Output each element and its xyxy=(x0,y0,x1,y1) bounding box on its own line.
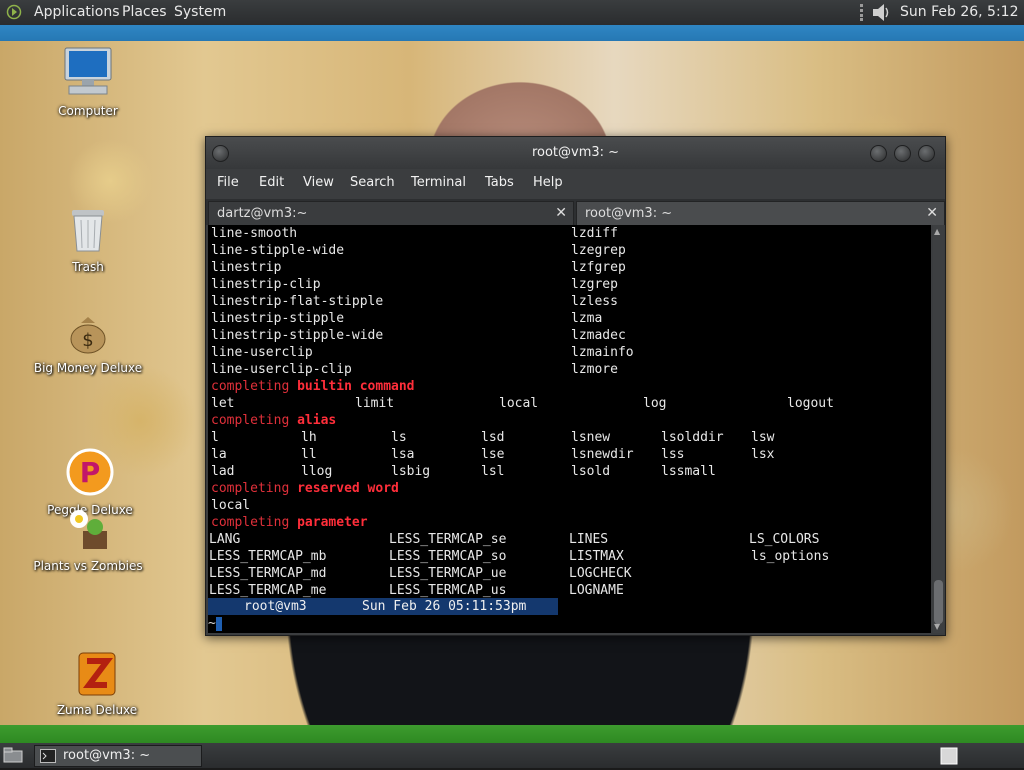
command-prompt[interactable]: ~ xyxy=(208,615,222,633)
clock[interactable]: Sun Feb 26, 5:12 PM xyxy=(900,0,1024,45)
status-user: root@vm3 xyxy=(244,599,307,614)
menu-edit[interactable]: Edit xyxy=(259,169,284,197)
svg-text:P: P xyxy=(80,456,101,489)
menu-help[interactable]: Help xyxy=(533,169,563,197)
top-panel: Applications Places System Sun Feb 26, 5… xyxy=(0,0,1024,45)
window-title: root@vm3: ~ xyxy=(531,145,620,160)
scroll-up-icon[interactable]: ▲ xyxy=(934,227,940,236)
completion-header: completing alias xyxy=(211,413,337,428)
panel-accent-bar-bottom xyxy=(0,725,1024,743)
money-bag-icon: $ xyxy=(66,317,110,359)
trash-icon xyxy=(68,210,108,258)
peggle-icon: P xyxy=(65,448,115,501)
menu-tabs[interactable]: Tabs xyxy=(485,169,514,197)
desktop-icon-big-money[interactable]: $ Big Money Deluxe xyxy=(33,311,143,375)
show-desktop-icon[interactable] xyxy=(3,747,23,767)
svg-text:$: $ xyxy=(82,330,93,351)
tab-bar: dartz@vm3:~ ✕ root@vm3: ~ ✕ xyxy=(206,199,945,225)
title-bar[interactable]: root@vm3: ~ xyxy=(206,137,945,169)
desktop-icon-computer[interactable]: Computer xyxy=(33,46,143,118)
status-datetime: Sun Feb 26 05:11:53pm xyxy=(362,599,527,614)
prompt-status-bar: root@vm3 Sun Feb 26 05:11:53pm xyxy=(208,598,558,615)
completion-header: completing builtin command xyxy=(211,379,415,394)
zuma-icon xyxy=(77,652,117,701)
menu-system[interactable]: System xyxy=(174,0,226,25)
menu-terminal[interactable]: Terminal xyxy=(411,169,466,197)
completion-header: completing parameter xyxy=(211,515,368,530)
desktop-icon-plants[interactable]: Plants vs Zombies xyxy=(33,507,143,573)
menu-file[interactable]: File xyxy=(217,169,239,197)
panel-accent-bar xyxy=(0,25,1024,41)
desktop-icon-trash[interactable]: Trash xyxy=(33,206,143,274)
minimize-button[interactable] xyxy=(870,145,887,162)
completion-header: completing reserved word xyxy=(211,481,399,496)
tab-root[interactable]: root@vm3: ~ ✕ xyxy=(576,201,945,225)
terminal-window: root@vm3: ~ File Edit View Search Termin… xyxy=(205,136,946,636)
menu-applications[interactable]: Applications xyxy=(34,0,120,25)
tab-label: dartz@vm3:~ xyxy=(217,206,308,221)
scroll-down-icon[interactable]: ▼ xyxy=(934,622,940,631)
tab-label: root@vm3: ~ xyxy=(585,206,673,221)
menu-bar: File Edit View Search Terminal Tabs Help xyxy=(206,169,945,197)
workspace-icon[interactable] xyxy=(940,747,958,769)
tab-dartz[interactable]: dartz@vm3:~ ✕ xyxy=(208,201,574,225)
gnome-foot-icon[interactable] xyxy=(6,4,22,20)
volume-icon[interactable] xyxy=(870,2,892,27)
taskbar-button-terminal[interactable]: root@vm3: ~ xyxy=(34,745,202,767)
desktop-icon-zuma[interactable]: Zuma Deluxe xyxy=(42,651,152,717)
maximize-button[interactable] xyxy=(894,145,911,162)
bottom-panel: root@vm3: ~ xyxy=(0,743,1024,768)
taskbar-label: root@vm3: ~ xyxy=(63,748,151,763)
plants-icon xyxy=(65,510,111,557)
close-button[interactable] xyxy=(918,145,935,162)
network-icon[interactable] xyxy=(858,4,866,25)
menu-places[interactable]: Places xyxy=(122,0,167,25)
terminal-output[interactable]: line-smooth lzdiff line-stipple-wide lzegr… xyxy=(208,225,931,633)
menu-view[interactable]: View xyxy=(303,169,334,197)
vertical-scrollbar[interactable]: ▲ ▼ xyxy=(933,225,944,633)
text-cursor xyxy=(215,616,222,631)
computer-icon xyxy=(63,47,113,102)
scroll-thumb[interactable] xyxy=(934,580,943,624)
menu-search[interactable]: Search xyxy=(350,169,395,197)
tab-close-icon[interactable]: ✕ xyxy=(926,202,938,225)
terminal-row: local xyxy=(211,498,251,513)
terminal-icon xyxy=(40,749,56,770)
tab-close-icon[interactable]: ✕ xyxy=(555,202,567,225)
